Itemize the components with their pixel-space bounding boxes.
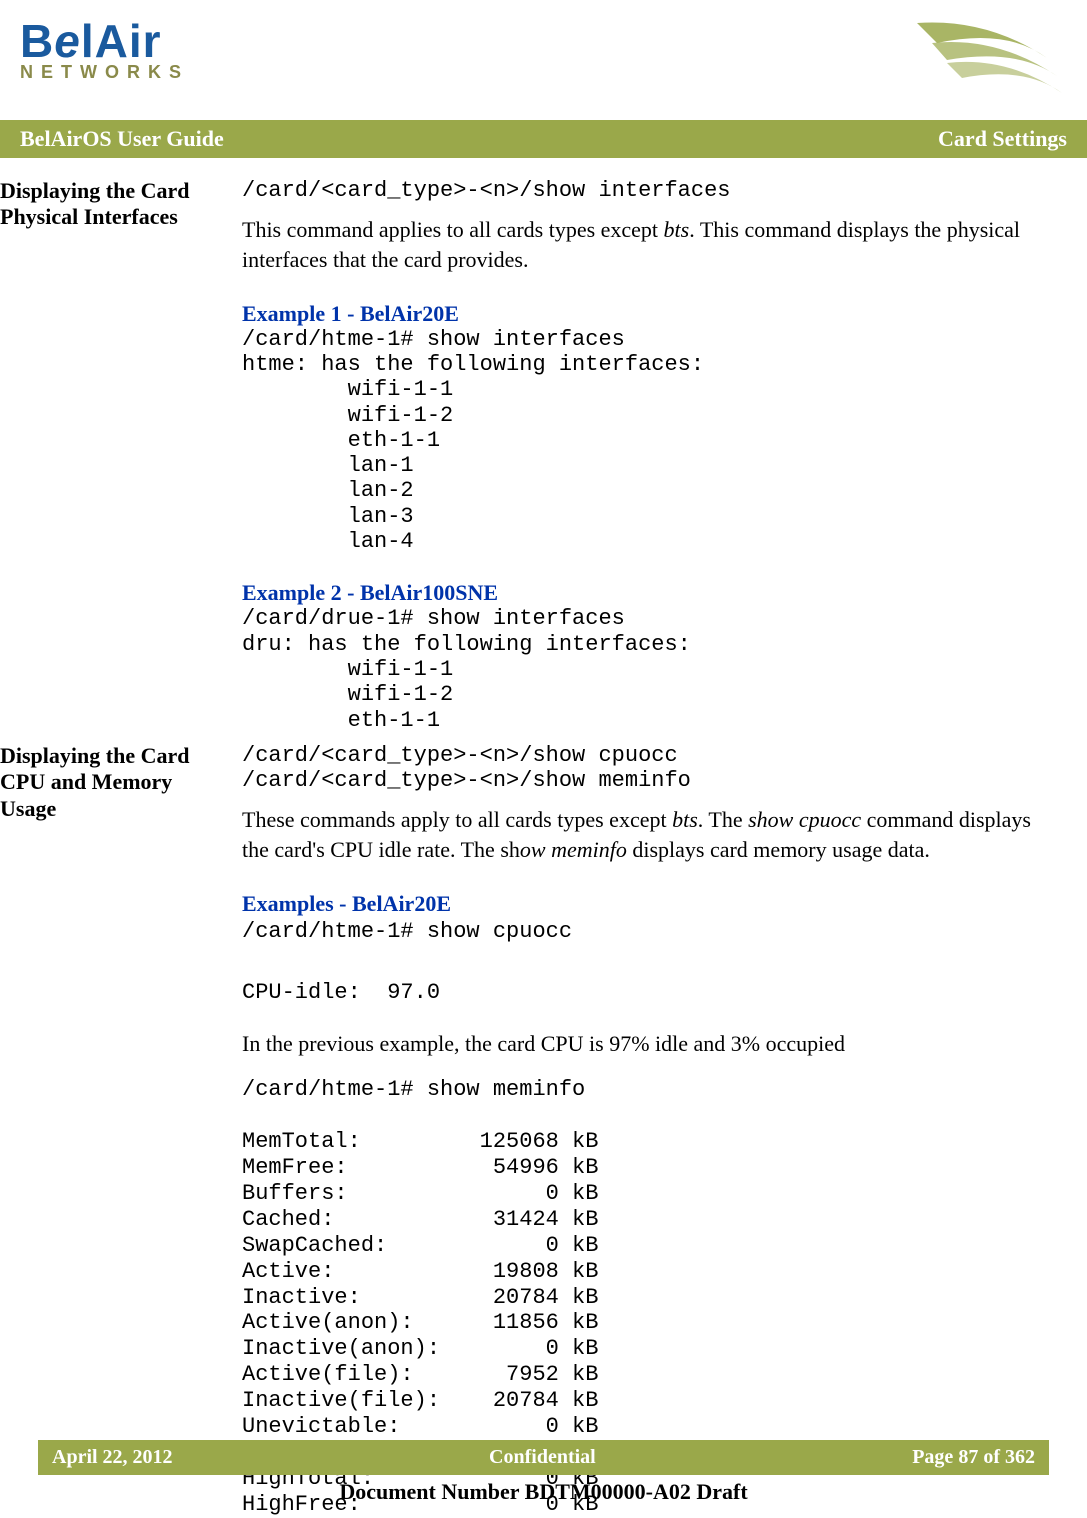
logo-text-top: BelAir [20, 18, 189, 64]
footer-date: April 22, 2012 [52, 1446, 173, 1469]
section-body: /card/<card_type>-<n>/show interfaces Th… [242, 178, 1057, 733]
description-text: In the previous example, the card CPU is… [242, 1029, 1057, 1059]
command-syntax: /card/<card_type>-<n>/show interfaces [242, 178, 1057, 203]
footer-confidential: Confidential [489, 1446, 596, 1469]
section-title: Card Settings [938, 126, 1067, 152]
page-content: Displaying the Card Physical Interfaces … [0, 158, 1087, 1518]
section-heading: Displaying the Card Physical Interfaces [0, 178, 242, 733]
footer-page: Page 87 of 362 [912, 1446, 1035, 1469]
example-heading: Example 2 - BelAir100SNE [242, 580, 1057, 606]
belair-logo: BelAir NETWORKS [20, 18, 189, 83]
section-body: /card/<card_type>-<n>/show cpuocc /card/… [242, 743, 1057, 1518]
command-syntax: /card/<card_type>-<n>/show cpuocc /card/… [242, 743, 1057, 794]
example-heading: Examples - BelAir20E [242, 891, 1057, 917]
description-text: These commands apply to all cards types … [242, 805, 1057, 864]
guide-title: BelAirOS User Guide [20, 126, 224, 152]
section-cpu-memory: Displaying the Card CPU and Memory Usage… [0, 743, 1057, 1518]
description-text: This command applies to all cards types … [242, 215, 1057, 274]
page-header: BelAir NETWORKS [0, 0, 1087, 120]
section-heading: Displaying the Card CPU and Memory Usage [0, 743, 242, 1518]
section-physical-interfaces: Displaying the Card Physical Interfaces … [0, 178, 1057, 733]
logo-text-bottom: NETWORKS [20, 62, 189, 83]
example-output: /card/drue-1# show interfaces dru: has t… [242, 606, 1057, 732]
example-heading: Example 1 - BelAir20E [242, 301, 1057, 327]
footer-bar: April 22, 2012 Confidential Page 87 of 3… [38, 1440, 1049, 1475]
example-output: /card/htme-1# show cpuocc CPU-idle: 97.0 [242, 917, 1057, 1009]
document-number: Document Number BDTM00000-A02 Draft [0, 1479, 1087, 1505]
example-output: /card/htme-1# show interfaces htme: has … [242, 327, 1057, 555]
title-bar: BelAirOS User Guide Card Settings [0, 120, 1087, 158]
corner-graphic-icon [907, 18, 1067, 118]
